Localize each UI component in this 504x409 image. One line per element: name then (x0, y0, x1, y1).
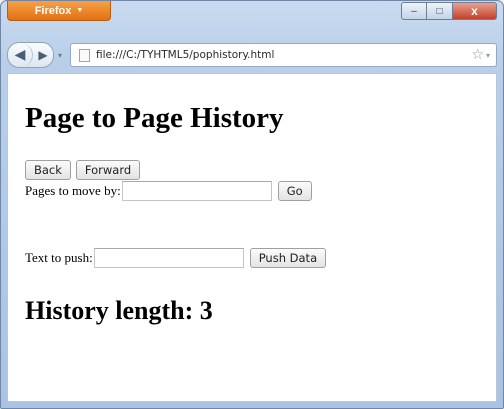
minimize-button[interactable]: – (401, 2, 427, 20)
history-dropdown-icon[interactable]: ▾ (54, 51, 66, 60)
back-forward-group: ◀ ▶ (7, 42, 54, 68)
browser-window: Firefox ▼ – □ x ◀ ▶ ▾ file:///C:/TYHTML5… (0, 0, 504, 409)
push-input[interactable] (93, 248, 244, 268)
push-row: Text to push: Push Data (25, 248, 327, 268)
close-icon: x (471, 4, 478, 18)
bookmark-star-icon[interactable]: ☆ (471, 47, 484, 63)
address-bar[interactable]: file:///C:/TYHTML5/pophistory.html ☆ ▾ (70, 43, 497, 67)
push-label: Text to push: (25, 250, 93, 265)
address-text: file:///C:/TYHTML5/pophistory.html (96, 49, 275, 61)
page-title: Page to Page History (25, 102, 284, 134)
pages-input[interactable] (121, 181, 272, 201)
history-nav-row: Back Forward (25, 160, 141, 180)
page-icon (79, 48, 90, 62)
history-length-heading: History length: 3 (25, 296, 213, 325)
navigation-bar: ◀ ▶ ▾ file:///C:/TYHTML5/pophistory.html… (7, 41, 497, 69)
firefox-menu-button[interactable]: Firefox ▼ (7, 1, 111, 21)
forward-arrow-icon[interactable]: ▶ (33, 43, 53, 67)
back-arrow-icon[interactable]: ◀ (8, 43, 33, 67)
window-controls: – □ x (401, 2, 497, 20)
maximize-button[interactable]: □ (427, 2, 453, 20)
url-dropdown-icon[interactable]: ▾ (486, 51, 490, 60)
chevron-down-icon: ▼ (76, 7, 84, 14)
pages-row: Pages to move by: Go (25, 181, 312, 201)
maximize-icon: □ (436, 5, 443, 17)
page-content: Page to Page History Back Forward Pages … (7, 73, 497, 402)
firefox-menu-label: Firefox (34, 4, 72, 17)
minimize-icon: – (411, 5, 417, 17)
close-button[interactable]: x (453, 2, 497, 20)
push-data-button[interactable]: Push Data (249, 248, 327, 268)
forward-button[interactable]: Forward (75, 160, 141, 180)
back-button[interactable]: Back (25, 160, 71, 180)
pages-label: Pages to move by: (25, 183, 121, 198)
go-button[interactable]: Go (277, 181, 312, 201)
